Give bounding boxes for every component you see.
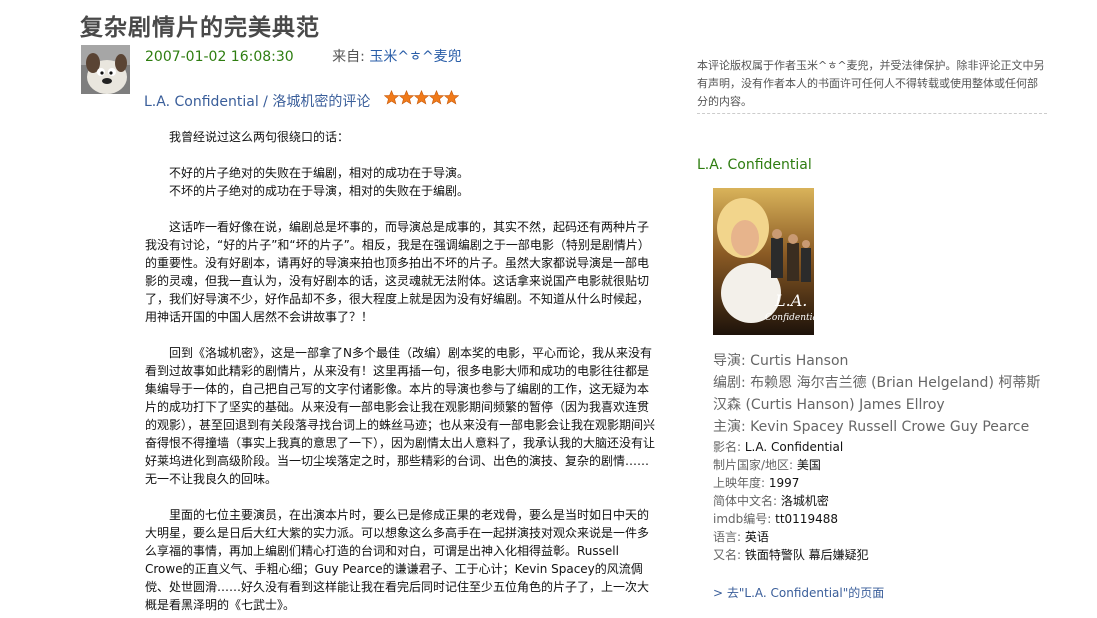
paragraph: 不好的片子绝对的失败在于编剧，相对的成功在于导演。: [169, 166, 470, 180]
detail-value: 美国: [796, 458, 821, 472]
movie-poster[interactable]: L.A. Confidential: [713, 188, 814, 335]
review-meta: 2007-01-02 16:08:30 来自: 玉米^ㅎ^麦兜: [145, 46, 462, 66]
detail-value: tt0119488: [775, 512, 838, 526]
detail-label: 制片国家/地区:: [713, 458, 797, 472]
star-icon: [429, 90, 444, 105]
star-icon: [399, 90, 414, 105]
paragraph: 里面的七位主要演员，在出演本片时，要么已是修成正果的老戏骨，要么是当时如日中天的…: [145, 508, 650, 612]
detail-row: 影名: L.A. Confidential: [713, 438, 1043, 456]
review-date: 2007-01-02 16:08:30: [145, 49, 294, 65]
detail-row: 制片国家/地区: 美国: [713, 456, 1043, 474]
detail-value: L.A. Confidential: [744, 440, 844, 454]
detail-label: 又名:: [713, 548, 745, 562]
detail-value: 铁面特警队 幕后嫌疑犯: [744, 548, 869, 562]
detail-label: 上映年度:: [713, 476, 769, 490]
rating-stars: [384, 90, 459, 105]
paragraph: 回到《洛城机密》，这是一部拿了N多个最佳（改编）剧本奖的电影，平心而论，我从来没…: [145, 346, 656, 486]
detail-row: 简体中文名: 洛城机密: [713, 492, 1043, 510]
detail-row: 上映年度: 1997: [713, 474, 1043, 492]
go-to-movie-page-link[interactable]: > 去"L.A. Confidential"的页面: [713, 584, 884, 601]
director-line: 导演: Curtis Hanson: [713, 353, 849, 369]
star-icon: [384, 90, 399, 105]
detail-row: 语言: 英语: [713, 528, 1043, 546]
detail-label: imdb编号:: [713, 512, 776, 526]
paragraph: 不坏的片子绝对的成功在于导演，相对的失败在于编剧。: [169, 184, 470, 198]
from-label: 来自:: [332, 49, 365, 65]
detail-row: imdb编号: tt0119488: [713, 510, 1043, 528]
writers-line: 编剧: 布赖恩 海尔吉兰德 (Brian Helgeland) 柯蒂斯 汉森 (…: [713, 375, 1041, 413]
star-icon: [414, 90, 429, 105]
detail-value: 英语: [744, 530, 769, 544]
cast-line: 主演: Kevin Spacey Russell Crowe Guy Pearc…: [713, 419, 1030, 435]
star-icon: [444, 90, 459, 105]
detail-label: 语言:: [713, 530, 745, 544]
detail-row: 又名: 铁面特警队 幕后嫌疑犯: [713, 546, 1043, 564]
movie-details: 影名: L.A. Confidential 制片国家/地区: 美国 上映年度: …: [713, 438, 1043, 564]
author-link[interactable]: 玉米^ㅎ^麦兜: [369, 49, 461, 65]
review-body: 我曾经说过这么两句很绕口的话： 不好的片子绝对的失败在于编剧，相对的成功在于导演…: [145, 128, 655, 618]
page-title: 复杂剧情片的完美典范: [80, 15, 320, 41]
paragraph: 这话咋一看好像在说，编剧总是坏事的，而导演总是成事的，其实不然，起码还有两种片子…: [145, 220, 650, 324]
poster-logo-text: L.A.: [774, 291, 807, 310]
movie-credits: 导演: Curtis Hanson 编剧: 布赖恩 海尔吉兰德 (Brian H…: [713, 350, 1043, 438]
review-of-movie-link[interactable]: L.A. Confidential / 洛城机密的评论: [144, 91, 370, 111]
copyright-notice: 本评论版权属于作者玉米^ㅎ^麦兜，并受法律保护。除非评论正文中另有声明，没有作者…: [697, 57, 1047, 114]
sidebar-movie-title-link[interactable]: L.A. Confidential: [697, 157, 812, 173]
paragraph: 我曾经说过这么两句很绕口的话：: [169, 130, 350, 144]
svg-text:Confidential: Confidential: [765, 313, 814, 323]
poster-image: L.A. Confidential: [713, 188, 814, 335]
avatar[interactable]: [81, 45, 130, 94]
avatar-image: [81, 45, 130, 94]
detail-value: 洛城机密: [780, 494, 829, 508]
detail-value: 1997: [768, 476, 800, 490]
review-page: 复杂剧情片的完美典范 2007-01-02 16:08:30 来自: 玉米^ㅎ^…: [0, 0, 1097, 618]
detail-label: 影名:: [713, 440, 745, 454]
detail-label: 简体中文名:: [713, 494, 781, 508]
